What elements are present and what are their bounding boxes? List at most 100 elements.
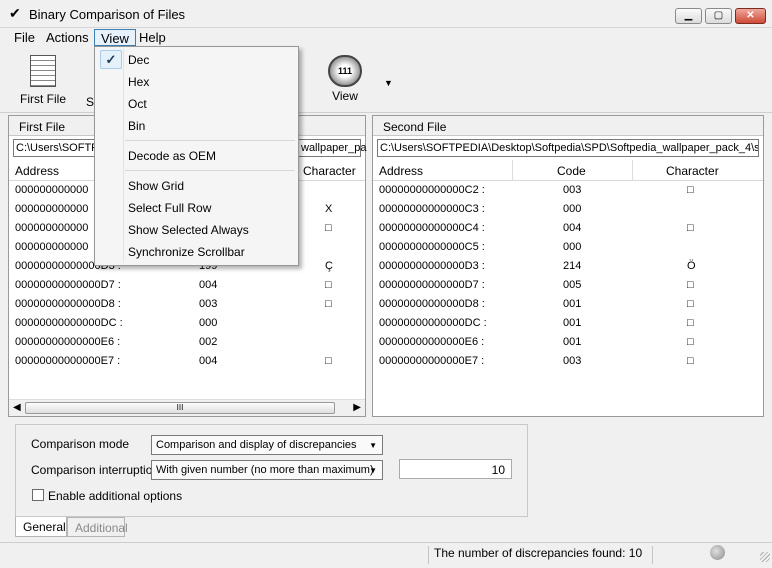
tab-general[interactable]: General	[15, 517, 67, 537]
character-cell: □	[687, 279, 694, 291]
column-separator[interactable]	[512, 160, 513, 180]
address-cell: 00000000000000E6 :	[15, 336, 121, 348]
scrollbar-thumb[interactable]: III	[25, 402, 335, 414]
character-column-header[interactable]: Character	[666, 164, 719, 178]
menu-item-synchronize-scrollbar[interactable]: Synchronize Scrollbar	[97, 241, 296, 262]
table-row[interactable]: 00000000000000D7 : 004 □	[9, 276, 365, 295]
second-file-columns: Address Code Character	[373, 160, 763, 181]
enable-additional-options-label[interactable]: Enable additional options	[48, 489, 182, 503]
discrepancies-status: The number of discrepancies found: 10	[434, 546, 643, 560]
address-cell: 00000000000000DC :	[15, 317, 123, 329]
menu-file[interactable]: File	[8, 29, 41, 46]
enable-additional-options-checkbox[interactable]	[32, 489, 44, 501]
table-row[interactable]: 00000000000000C5 : 000	[373, 238, 763, 257]
menu-item-dec[interactable]: ✓ Dec	[97, 49, 296, 70]
character-cell: Ö	[687, 260, 696, 272]
table-row[interactable]: 00000000000000E7 : 003 □	[373, 352, 763, 371]
address-column-header[interactable]: Address	[379, 164, 423, 178]
status-divider	[652, 546, 653, 564]
status-indicator-icon	[710, 545, 725, 560]
table-row[interactable]: 00000000000000E6 : 002	[9, 333, 365, 352]
menu-item-hex[interactable]: Hex	[97, 71, 296, 92]
maximize-button[interactable]: ▢	[705, 8, 732, 24]
table-row[interactable]: 00000000000000C4 : 004 □	[373, 219, 763, 238]
table-row[interactable]: 00000000000000DC : 000	[9, 314, 365, 333]
menu-item-label: Bin	[128, 119, 146, 133]
first-file-path-right: wallpaper_pa	[301, 142, 367, 154]
second-file-panel: Second File C:\Users\SOFTPEDIA\Desktop\S…	[372, 115, 764, 417]
comparison-mode-select[interactable]: Comparison and display of discrepancies …	[151, 435, 383, 455]
table-row[interactable]: 00000000000000D8 : 001 □	[373, 295, 763, 314]
menu-item-label: Select Full Row	[128, 201, 212, 215]
menu-view[interactable]: View	[94, 29, 136, 46]
address-cell: 00000000000000D8 :	[15, 298, 121, 310]
check-icon: ✔	[9, 5, 21, 21]
comparison-interruption-select[interactable]: With given number (no more than maximum)…	[151, 460, 383, 480]
table-row[interactable]: 00000000000000C2 : 003 □	[373, 181, 763, 200]
code-cell: 001	[563, 317, 582, 329]
column-separator[interactable]	[632, 160, 633, 180]
code-cell: 004	[563, 222, 582, 234]
view-menu-dropdown: ✓ Dec Hex Oct Bin Decode as OEM Show Grid Selec…	[94, 46, 299, 266]
address-cell: 00000000000000C4 :	[379, 222, 485, 234]
document-icon	[30, 55, 56, 87]
menu-help[interactable]: Help	[133, 29, 172, 46]
code-cell: 004	[199, 355, 218, 367]
character-cell: Ç	[325, 260, 333, 272]
code-cell: 000	[563, 241, 582, 253]
menu-item-show-grid[interactable]: Show Grid	[97, 175, 296, 196]
menu-item-oct[interactable]: Oct	[97, 93, 296, 114]
menu-item-bin[interactable]: Bin	[97, 115, 296, 136]
horizontal-scrollbar[interactable]: ◀ III ▶	[9, 399, 365, 416]
view-dropdown-arrow-icon[interactable]: ▼	[384, 78, 393, 88]
first-file-button[interactable]: First File	[20, 55, 66, 106]
table-row[interactable]: 00000000000000E6 : 001 □	[373, 333, 763, 352]
minimize-button[interactable]: ▁	[675, 8, 702, 24]
menu-item-label: Show Grid	[128, 179, 185, 193]
table-row[interactable]: 00000000000000D7 : 005 □	[373, 276, 763, 295]
code-cell: 002	[199, 336, 218, 348]
menu-item-decode-as-oem[interactable]: Decode as OEM	[97, 145, 296, 166]
address-cell: 00000000000000D8 :	[379, 298, 485, 310]
code-column-header[interactable]: Code	[557, 164, 586, 178]
minimize-icon: ▁	[684, 10, 693, 21]
character-cell: X	[325, 203, 333, 215]
view-button[interactable]: 111 View	[327, 55, 363, 103]
chevron-down-icon: ▼	[369, 441, 377, 450]
address-cell: 00000000000000E6 :	[379, 336, 485, 348]
address-cell: 00000000000000DC :	[379, 317, 487, 329]
window-title: Binary Comparison of Files	[29, 7, 186, 22]
first-file-path-left: C:\Users\SOFTF	[16, 142, 98, 154]
character-cell: □	[687, 298, 694, 310]
scroll-left-icon[interactable]: ◀	[13, 402, 21, 413]
table-row[interactable]: 00000000000000C3 : 000	[373, 200, 763, 219]
address-column-header[interactable]: Address	[15, 164, 59, 178]
character-cell: □	[687, 355, 694, 367]
resize-grip-icon[interactable]	[760, 552, 770, 562]
max-discrepancies-input[interactable]: 10	[399, 459, 512, 479]
table-row[interactable]: 00000000000000D8 : 003 □	[9, 295, 365, 314]
view-label: View	[332, 89, 358, 103]
address-cell: 00000000000000D3 :	[379, 260, 485, 272]
close-icon: ✕	[746, 10, 755, 21]
menu-actions[interactable]: Actions	[40, 29, 95, 46]
table-row[interactable]: 00000000000000E7 : 004 □	[9, 352, 365, 371]
character-column-header[interactable]: Character	[303, 164, 356, 178]
menu-item-select-full-row[interactable]: Select Full Row	[97, 197, 296, 218]
address-cell: 000000000000	[15, 184, 89, 196]
tab-additional[interactable]: Additional	[67, 517, 128, 537]
table-row[interactable]: 00000000000000D3 : 214 Ö	[373, 257, 763, 276]
code-cell: 003	[563, 355, 582, 367]
code-cell: 214	[563, 260, 582, 272]
table-row[interactable]: 00000000000000DC : 001 □	[373, 314, 763, 333]
scroll-right-icon[interactable]: ▶	[353, 402, 361, 413]
code-cell: 000	[563, 203, 582, 215]
second-file-path[interactable]: C:\Users\SOFTPEDIA\Desktop\Softpedia\SPD…	[377, 139, 759, 157]
close-button[interactable]: ✕	[735, 8, 766, 24]
comparison-interruption-value: With given number (no more than maximum)	[156, 464, 374, 476]
menu-item-show-selected-always[interactable]: Show Selected Always	[97, 219, 296, 240]
address-cell: 00000000000000C2 :	[379, 184, 485, 196]
menu-item-label: Show Selected Always	[128, 223, 249, 237]
code-cell: 001	[563, 298, 582, 310]
address-cell: 000000000000	[15, 203, 89, 215]
